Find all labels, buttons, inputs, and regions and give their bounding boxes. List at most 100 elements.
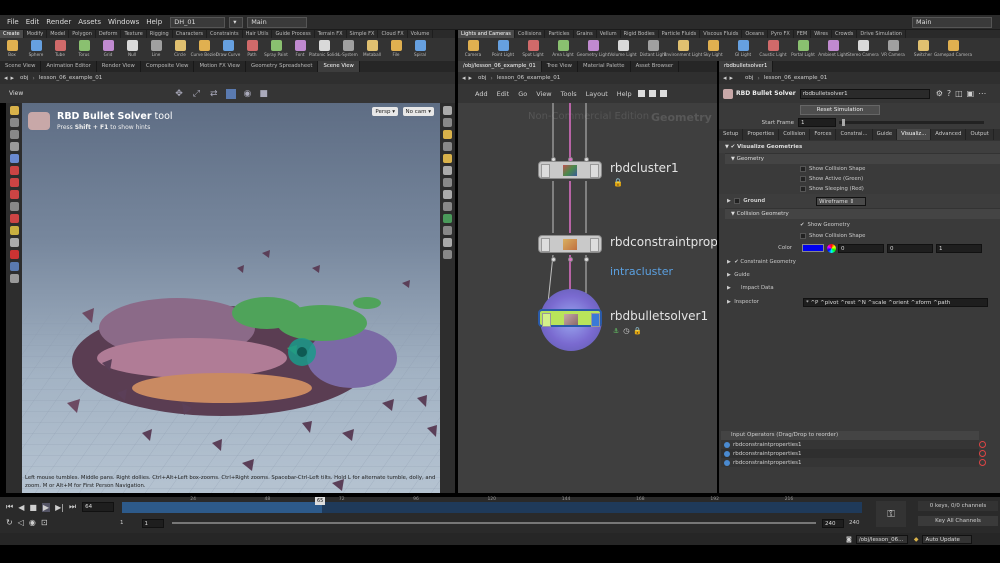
shelf-tool-button[interactable]: Draw Curve: [216, 38, 240, 61]
shelf-tab[interactable]: Volume: [408, 30, 434, 38]
audio-icon[interactable]: ⊡: [41, 518, 48, 527]
color-g-field[interactable]: 0: [887, 243, 933, 253]
realtime-icon[interactable]: ↻: [6, 518, 13, 527]
network-pane-tab[interactable]: Tree View: [542, 61, 579, 72]
ground-checkbox[interactable]: [734, 198, 741, 204]
node-rbdcluster1[interactable]: [538, 161, 602, 179]
shelf-tab[interactable]: Simple FX: [347, 30, 379, 38]
color-r-field[interactable]: 0: [838, 243, 884, 253]
shelf-tool-button[interactable]: Distant Light: [638, 38, 668, 61]
shelf-tool-button[interactable]: Tube: [48, 38, 72, 61]
network-editor[interactable]: Non-Commercial Edition Geometry rbdclust…: [458, 103, 717, 493]
scale-handle-icon[interactable]: [9, 190, 19, 199]
params-path-obj[interactable]: obj: [745, 75, 753, 81]
shelf-tool-button[interactable]: Switcher: [908, 38, 938, 61]
net-menu-go[interactable]: Go: [518, 90, 527, 98]
shelf-tool-button[interactable]: Point Light: [488, 38, 518, 61]
network-pane-tab[interactable]: Asset Browser: [631, 61, 680, 72]
net-menu-help[interactable]: Help: [617, 90, 632, 98]
shelf-tool-button[interactable]: Gamepad Camera: [934, 38, 972, 61]
node-label-constraint[interactable]: rbdconstraintprop: [610, 235, 717, 249]
shelf-tab[interactable]: Lights and Cameras: [458, 30, 515, 38]
param-tab[interactable]: Constrai...: [836, 129, 873, 140]
help-icon[interactable]: ?: [947, 89, 951, 98]
scene-viewport[interactable]: RBD Bullet Solver tool Press Shift + F1 …: [22, 103, 440, 493]
loop-icon[interactable]: ◉: [29, 518, 36, 527]
param-tab[interactable]: Advanced: [931, 129, 967, 140]
color-swatch[interactable]: [802, 244, 824, 252]
input-operator-row[interactable]: rbdconstraintproperties1: [721, 440, 979, 449]
output-connector[interactable]: [584, 257, 589, 262]
scene-pane-tab[interactable]: Animation Editor: [41, 61, 97, 72]
select-tool-icon[interactable]: [9, 106, 19, 115]
checkbox[interactable]: [800, 166, 806, 172]
display-options-icon[interactable]: ■: [259, 89, 268, 99]
ground-dropdown[interactable]: Wireframe ⇕: [816, 196, 867, 206]
range-icon[interactable]: ◁: [18, 518, 24, 527]
shelf-tool-button[interactable]: Grid: [96, 38, 120, 61]
shelf-tool-button[interactable]: Font: [288, 38, 312, 61]
template-icon[interactable]: [443, 250, 452, 259]
params-back-icon[interactable]: ◂: [723, 74, 727, 82]
menu-windows[interactable]: Windows: [108, 18, 139, 26]
current-frame-field[interactable]: 64: [82, 502, 115, 512]
stop-icon[interactable]: ■: [29, 503, 37, 512]
checked-icon[interactable]: ✔: [800, 222, 804, 228]
param-tab[interactable]: Setup: [719, 129, 744, 140]
shelf-tab[interactable]: Rigging: [147, 30, 173, 38]
net-layout-icon[interactable]: [659, 90, 667, 97]
shelf-tab[interactable]: Particles: [545, 30, 574, 38]
node-label-cluster[interactable]: rbdcluster1: [610, 161, 679, 175]
shelf-tool-button[interactable]: File: [384, 38, 408, 61]
collision-geometry-folder[interactable]: ▼ Collision Geometry: [725, 208, 1000, 219]
params-forward-icon[interactable]: ▸: [730, 74, 734, 82]
menu-render[interactable]: Render: [46, 18, 71, 26]
key-all-channels-button[interactable]: Key All Channels: [918, 516, 998, 526]
option-row[interactable]: ✔ Show Geometry: [719, 219, 1000, 231]
step-back-icon[interactable]: ◀: [18, 503, 24, 512]
shelf-tool-button[interactable]: Spray Paint: [264, 38, 288, 61]
impact-row[interactable]: ▶ Impact Data: [719, 281, 1000, 295]
net-path-obj[interactable]: obj: [478, 75, 486, 81]
desktop-menu-button[interactable]: ▾: [229, 16, 244, 28]
node-rbdbulletsolver1[interactable]: [538, 309, 602, 327]
slider-handle[interactable]: [841, 119, 845, 126]
param-tab[interactable]: Properties: [743, 129, 780, 140]
color-b-field[interactable]: 1: [936, 243, 982, 253]
option-row[interactable]: Show Collision Shape: [719, 164, 1000, 174]
option-row[interactable]: Show Active (Green): [719, 174, 1000, 184]
measure-icon[interactable]: [9, 274, 19, 283]
range-slider[interactable]: [172, 522, 816, 524]
shelf-tab[interactable]: Viscous Fluids: [700, 30, 743, 38]
display-icon[interactable]: [443, 106, 452, 115]
net-menu-layout[interactable]: Layout: [586, 90, 608, 98]
shelf-tool-button[interactable]: Spot Light: [518, 38, 548, 61]
remove-input-icon[interactable]: [979, 459, 986, 466]
view-tool-icon[interactable]: [9, 238, 19, 247]
play-icon[interactable]: ▶: [41, 502, 51, 512]
gear-icon[interactable]: ⚙: [936, 89, 943, 98]
path-obj[interactable]: obj: [20, 75, 28, 81]
guide-icon[interactable]: [443, 202, 452, 211]
shelf-tool-button[interactable]: Line: [144, 38, 168, 61]
update-mode-dropdown[interactable]: Auto Update: [922, 534, 973, 544]
shelf-tab[interactable]: Drive Simulation: [857, 30, 906, 38]
shelf-tool-button[interactable]: Environment Light: [664, 38, 702, 61]
node-bypass-flag[interactable]: [541, 238, 550, 252]
workspace-dropdown[interactable]: Main: [247, 16, 308, 28]
net-path-asset[interactable]: lesson_06_example_01: [497, 75, 560, 81]
range-end-field[interactable]: 240: [822, 518, 844, 528]
start-frame-field[interactable]: 1: [798, 118, 836, 127]
shelf-tab[interactable]: FEM: [794, 30, 812, 38]
frame-marker[interactable]: 65: [315, 497, 326, 505]
checkbox[interactable]: [800, 233, 806, 239]
scene-pane-tab[interactable]: Composite View: [141, 61, 195, 72]
wire-icon[interactable]: [443, 142, 452, 151]
node-bypass-flag[interactable]: [542, 313, 551, 327]
network-icon[interactable]: ◙: [846, 536, 852, 543]
shelf-tool-button[interactable]: Box: [0, 38, 24, 61]
guide-row[interactable]: ▶ Guide: [719, 268, 1000, 281]
net-menu-add[interactable]: Add: [475, 90, 488, 98]
jump-start-icon[interactable]: ⏮: [6, 502, 13, 512]
shading-icon[interactable]: [443, 130, 452, 139]
